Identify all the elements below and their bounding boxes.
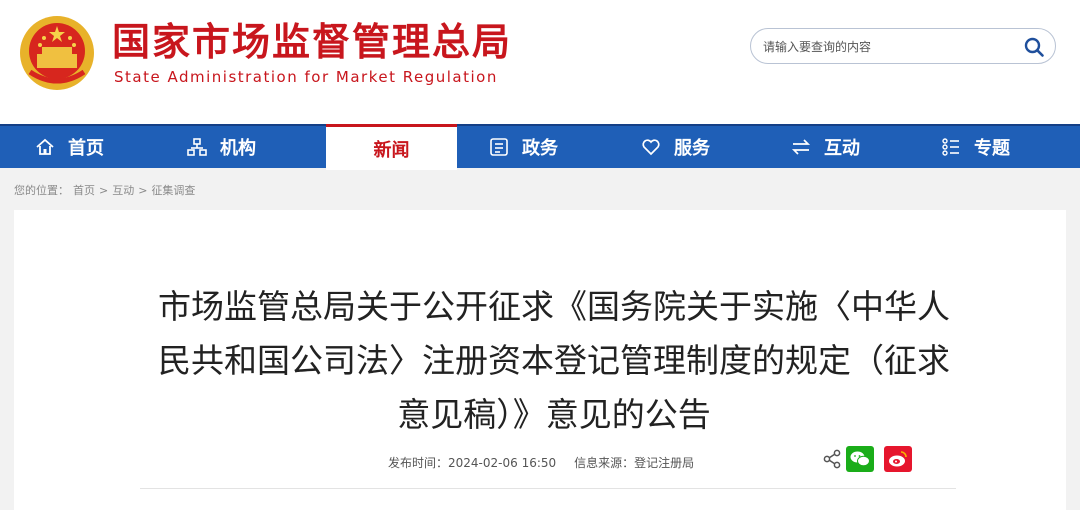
exchange-icon	[791, 139, 811, 155]
national-emblem-icon[interactable]	[18, 14, 96, 92]
article-title: 市场监管总局关于公开征求《国务院关于实施〈中华人民共和国公司法〉注册资本登记管理…	[158, 287, 950, 434]
breadcrumb-separator: >	[99, 184, 109, 197]
publish-time: 2024-02-06 16:50	[448, 456, 557, 470]
breadcrumb-separator: >	[138, 184, 148, 197]
main-nav: 首页 机构 新闻 政务 服务 互动 专题	[0, 124, 1080, 170]
site-header: 国家市场监督管理总局 State Administration for Mark…	[0, 0, 1080, 124]
nav-label: 新闻	[373, 139, 410, 161]
nav-item-services[interactable]: 服务	[640, 126, 710, 168]
site-title-cn[interactable]: 国家市场监督管理总局	[112, 18, 512, 66]
nav-item-interaction[interactable]: 互动	[790, 126, 860, 168]
breadcrumb-link-interaction[interactable]: 互动	[112, 184, 134, 197]
source-label: 信息来源：	[574, 456, 635, 470]
list-icon	[942, 138, 959, 156]
book-icon	[490, 138, 508, 156]
nav-label: 互动	[824, 138, 860, 159]
wechat-share-button[interactable]	[846, 446, 874, 472]
heart-icon	[642, 139, 660, 156]
nav-label: 机构	[220, 138, 256, 159]
article-card: 市场监管总局关于公开征求《国务院关于实施〈中华人民共和国公司法〉注册资本登记管理…	[14, 210, 1066, 510]
breadcrumb: 您的位置： 首页 > 互动 > 征集调查	[14, 182, 199, 198]
breadcrumb-link-home[interactable]: 首页	[73, 184, 95, 197]
nav-label: 专题	[974, 138, 1010, 159]
weibo-icon	[889, 451, 907, 467]
breadcrumb-link-survey[interactable]: 征集调查	[151, 184, 195, 197]
source-value: 登记注册局	[634, 456, 695, 470]
nav-label: 首页	[68, 138, 104, 159]
search-icon[interactable]	[1023, 36, 1045, 58]
search-box	[750, 28, 1056, 64]
nav-label: 服务	[674, 138, 710, 159]
org-chart-icon	[187, 138, 207, 156]
nav-item-organization[interactable]: 机构	[186, 126, 256, 168]
nav-item-home[interactable]: 首页	[34, 126, 104, 168]
home-icon	[36, 138, 54, 155]
nav-label: 政务	[522, 138, 558, 159]
divider	[140, 488, 956, 489]
wechat-icon	[850, 451, 870, 467]
nav-item-government-affairs[interactable]: 政务	[488, 126, 558, 168]
publish-label: 发布时间：	[388, 456, 449, 470]
breadcrumb-prefix: 您的位置：	[14, 184, 69, 197]
site-title-en[interactable]: State Administration for Market Regulati…	[114, 68, 498, 86]
search-input[interactable]	[763, 37, 1013, 57]
article-meta: 发布时间：2024-02-06 16:50 信息来源：登记注册局	[388, 454, 694, 471]
weibo-share-button[interactable]	[884, 446, 912, 472]
share-icon[interactable]	[822, 449, 842, 469]
nav-item-news[interactable]: 新闻	[326, 124, 457, 170]
nav-item-topics[interactable]: 专题	[940, 126, 1010, 168]
